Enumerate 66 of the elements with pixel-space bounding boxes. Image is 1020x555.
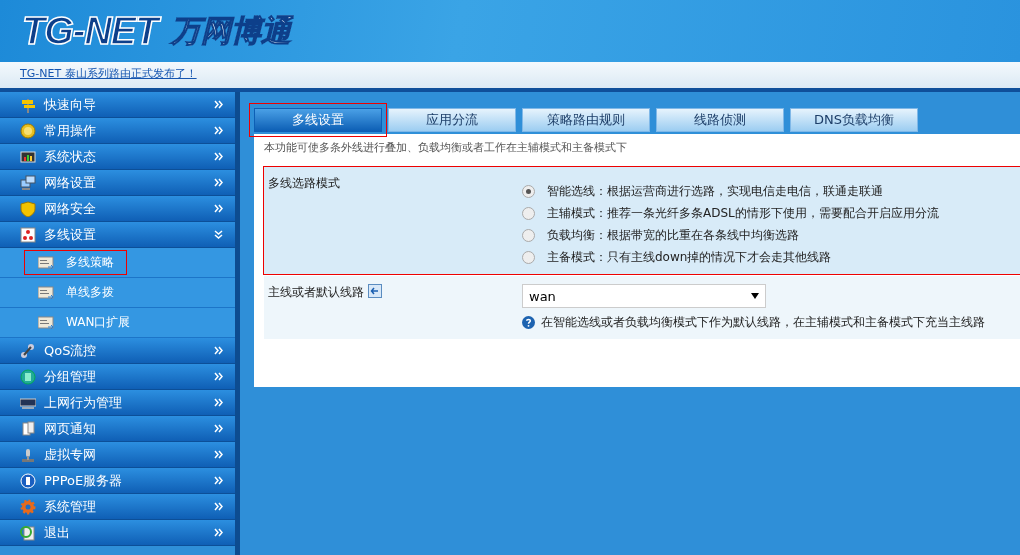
option-label: 主辅模式：推荐一条光纤多条ADSL的情形下使用，需要配合开启应用分流 (547, 205, 939, 222)
sidebar-item[interactable]: 系统管理 (0, 494, 235, 520)
exit-icon (20, 524, 36, 541)
sidebar-item[interactable]: 分组管理 (0, 364, 235, 390)
sidebar-item[interactable]: PPPoE服务器 (0, 468, 235, 494)
chevron-right-icon (214, 450, 223, 459)
option-label: 智能选线：根据运营商进行选路，实现电信走电信，联通走联通 (547, 183, 883, 200)
sidebar-item[interactable]: 退出 (0, 520, 235, 546)
radio-button[interactable] (522, 185, 535, 198)
chevron-right-icon (214, 204, 223, 213)
line-select[interactable]: wan (522, 284, 766, 308)
field-label: 多线选路模式 (268, 175, 340, 192)
description-text: 本功能可使多条外线进行叠加、负载均衡或者工作在主辅模式和主备模式下 (264, 140, 628, 155)
help-text: 在智能选线或者负载均衡模式下作为默认线路，在主辅模式和主备模式下充当主线路 (541, 314, 985, 331)
document-icon (20, 420, 36, 437)
notice-link[interactable]: TG-NET 泰山系列路由正式发布了！ (20, 68, 197, 80)
chevron-right-icon (214, 178, 223, 187)
tab[interactable]: 策略路由规则 (522, 108, 650, 132)
lock-icon (20, 446, 36, 463)
radio-button[interactable] (522, 207, 535, 220)
chevron-right-icon (214, 372, 223, 381)
chevron-right-icon (214, 528, 223, 537)
medal-icon (20, 122, 36, 139)
arrow-left-icon (368, 284, 382, 298)
shield-icon (20, 200, 36, 217)
chevron-right-icon (214, 126, 223, 135)
sidebar-item[interactable]: 多线设置 (0, 222, 235, 248)
chevron-right-icon (214, 346, 223, 355)
chart-icon (20, 226, 36, 243)
globe-icon (20, 368, 36, 385)
page-icon (38, 314, 54, 331)
sidebar-item[interactable]: 常用操作 (0, 118, 235, 144)
chevron-right-icon (214, 424, 223, 433)
field-label: 主线或者默认线路 (268, 284, 364, 301)
sidebar-item[interactable]: 网络设置 (0, 170, 235, 196)
radio-button[interactable] (522, 229, 535, 242)
sidebar-item[interactable]: 上网行为管理 (0, 390, 235, 416)
signpost-icon (20, 96, 36, 113)
badge-icon (20, 472, 36, 489)
help-icon (522, 316, 535, 329)
chevron-right-icon (214, 476, 223, 485)
sidebar-item[interactable]: 网络安全 (0, 196, 235, 222)
sidebar-item[interactable]: QoS流控 (0, 338, 235, 364)
chevron-right-icon (214, 398, 223, 407)
tab[interactable]: 线路侦测 (656, 108, 784, 132)
sidebar-item[interactable]: 虚拟专网 (0, 442, 235, 468)
chevron-down-icon (214, 230, 223, 239)
submenu-item[interactable]: 多线策略 (24, 250, 127, 275)
tab[interactable]: 应用分流 (388, 108, 516, 132)
dropdown-arrow-icon (751, 293, 759, 299)
chevron-right-icon (214, 152, 223, 161)
chevron-right-icon (214, 502, 223, 511)
gear-icon (20, 498, 36, 515)
page-icon (38, 284, 54, 301)
page-icon (38, 254, 54, 271)
tab[interactable]: DNS负载均衡 (790, 108, 918, 132)
monitor-icon (20, 148, 36, 165)
logo-text: 万网博通 (171, 11, 292, 50)
sidebar-item[interactable]: 快速向导 (0, 92, 235, 118)
radio-button[interactable] (522, 251, 535, 264)
option-label: 负载均衡：根据带宽的比重在各条线中均衡选路 (547, 227, 799, 244)
sidebar-item[interactable]: 系统状态 (0, 144, 235, 170)
sidebar-item[interactable]: 网页通知 (0, 416, 235, 442)
option-label: 主备模式：只有主线down掉的情况下才会走其他线路 (547, 249, 832, 266)
chevron-right-icon (214, 100, 223, 109)
computers-icon (20, 174, 36, 191)
